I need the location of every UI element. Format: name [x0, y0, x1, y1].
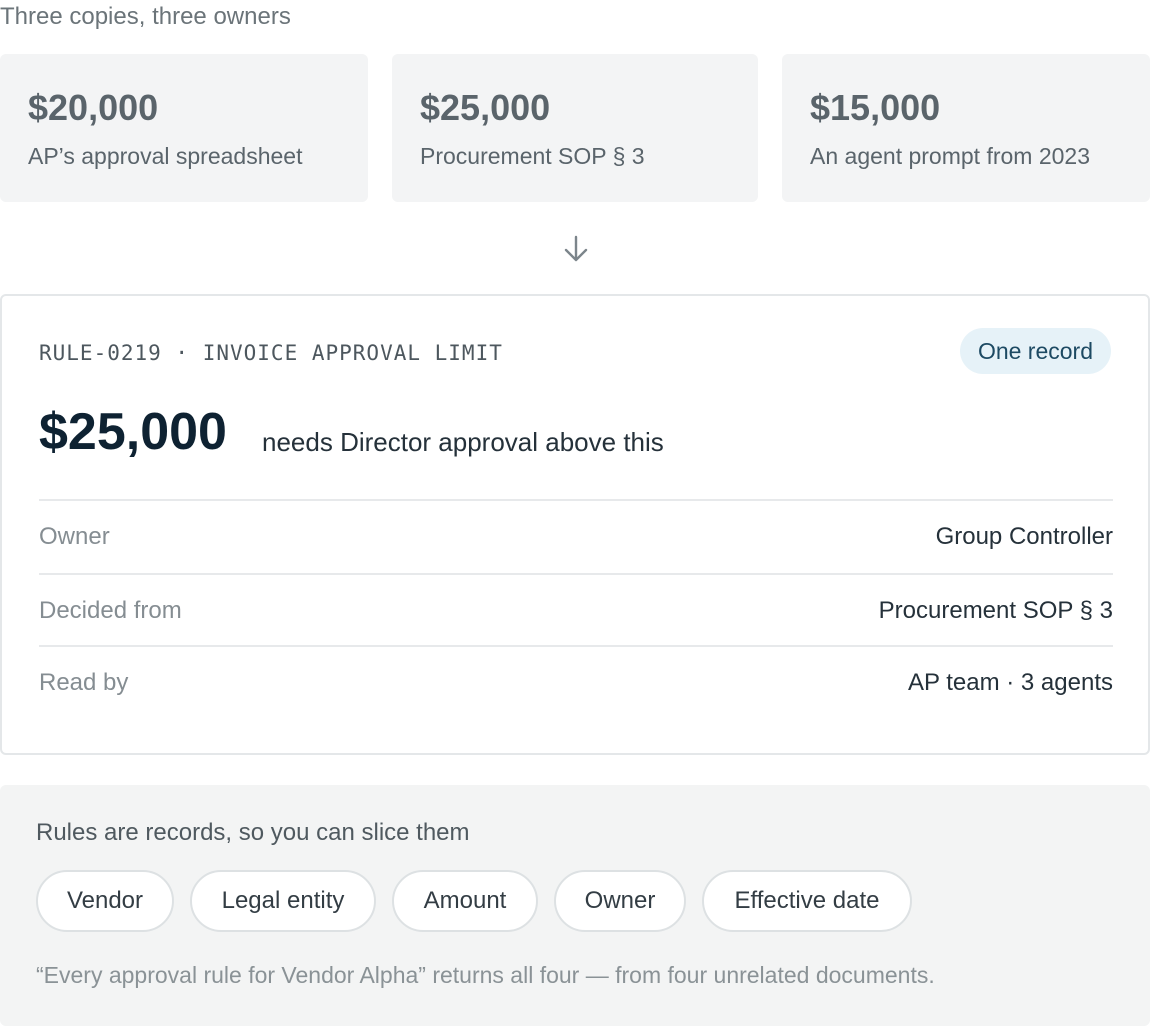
meta-row-owner: Owner Group Controller: [39, 499, 1113, 571]
copy-source: An agent prompt from 2023: [810, 143, 1090, 169]
rule-id: RULE-0219 · INVOICE APPROVAL LIMIT: [39, 341, 503, 365]
meta-key: Decided from: [39, 597, 182, 624]
meta-key: Read by: [39, 669, 129, 696]
meta-value: AP team · 3 agents: [907, 669, 1113, 696]
copy-amount: $25,000: [420, 87, 551, 128]
rule-amount: $25,000: [39, 403, 227, 461]
chip-effective-date[interactable]: Effective date: [702, 870, 912, 932]
copies-row: $20,000 AP’s approval spreadsheet $25,00…: [0, 54, 1150, 202]
slice-note: “Every approval rule for Vendor Alpha” r…: [36, 962, 935, 988]
meta-key: Owner: [39, 523, 110, 550]
chip-amount[interactable]: Amount: [392, 870, 538, 932]
record-badge: One record: [959, 328, 1111, 374]
meta-row-decided-from: Decided from Procurement SOP § 3: [39, 573, 1113, 645]
meta-value: Procurement SOP § 3: [878, 597, 1113, 624]
copy-card-sop: $25,000 Procurement SOP § 3: [392, 54, 758, 202]
slice-panel: Rules are records, so you can slice them…: [0, 785, 1150, 1026]
meta-value: Group Controller: [935, 523, 1113, 550]
copy-card-spreadsheet: $20,000 AP’s approval spreadsheet: [0, 54, 368, 202]
arrow-down-icon: [564, 235, 588, 262]
copy-source: Procurement SOP § 3: [420, 143, 645, 169]
section-heading: Three copies, three owners: [0, 3, 291, 30]
slice-title: Rules are records, so you can slice them: [36, 819, 470, 846]
chip-owner[interactable]: Owner: [554, 870, 686, 932]
copy-card-agent-prompt: $15,000 An agent prompt from 2023: [782, 54, 1150, 202]
copy-source: AP’s approval spreadsheet: [28, 143, 303, 169]
rule-record-card: RULE-0219 · INVOICE APPROVAL LIMIT One r…: [0, 294, 1150, 755]
chip-vendor[interactable]: Vendor: [36, 870, 174, 932]
rule-description: needs Director approval above this: [262, 427, 664, 457]
chip-legal-entity[interactable]: Legal entity: [190, 870, 376, 932]
copy-amount: $15,000: [810, 87, 941, 128]
meta-row-read-by: Read by AP team · 3 agents: [39, 645, 1113, 717]
copy-amount: $20,000: [28, 87, 159, 128]
